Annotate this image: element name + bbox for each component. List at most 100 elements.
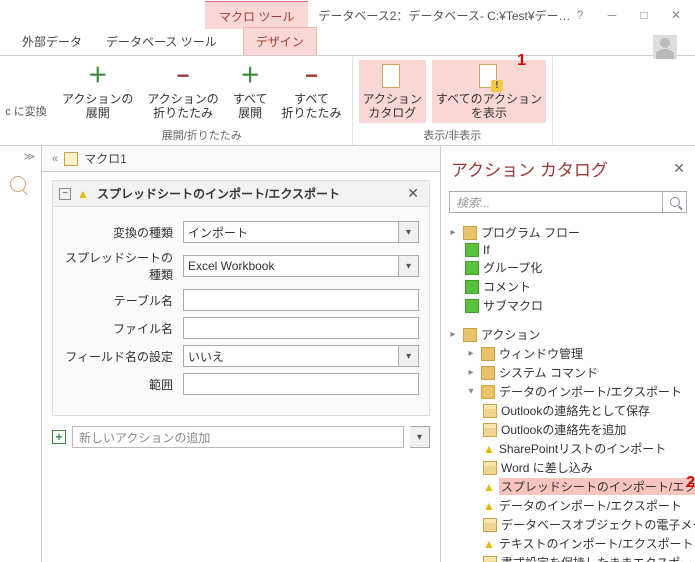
block-icon [465, 261, 479, 275]
catalog-search-input[interactable]: 検索... [449, 191, 663, 213]
help-button[interactable]: ? [573, 8, 587, 22]
action-icon [483, 556, 497, 562]
collapse-all-button[interactable]: すべて 折りたたみ [278, 60, 346, 123]
ribbon-tab-row: 外部データ データベース ツール デザイン [0, 30, 695, 56]
minimize-button[interactable]: ─ [605, 8, 619, 22]
annotation-2: 2 [686, 474, 695, 492]
warning-icon [483, 442, 495, 456]
dropdown-icon[interactable]: ▾ [399, 345, 419, 367]
has-field-names-select[interactable]: いいえ [183, 345, 399, 367]
account-avatar[interactable] [653, 35, 677, 59]
ribbon: c に変換 アクションの 展開 アクションの 折りたたみ すべて 展開 すべて … [0, 56, 695, 146]
warning-icon [483, 537, 495, 551]
action-catalog-label: アクション カタログ [363, 92, 422, 121]
macro-tab-label: マクロ1 [84, 150, 127, 167]
tree-word-merge[interactable]: Word に差し込み [447, 458, 691, 477]
tree-window-mgmt[interactable]: ▸ウィンドウ管理 [447, 344, 691, 363]
close-pane-button[interactable]: ✕ [673, 160, 685, 177]
restore-button[interactable]: □ [637, 8, 651, 22]
file-name-input[interactable] [183, 317, 419, 339]
action-icon [483, 518, 497, 532]
collapse-action-button[interactable]: アクションの 折りたたみ [143, 60, 222, 123]
tree-text-impexp[interactable]: テキストのインポート/エクスポート [447, 534, 691, 553]
action-catalog-button[interactable]: アクション カタログ [359, 60, 426, 123]
tree-system-cmd[interactable]: ▸システム コマンド [447, 363, 691, 382]
add-action-select[interactable]: 新しいアクションの追加 [72, 426, 404, 448]
macro-icon [64, 152, 78, 166]
catalog-search-button[interactable] [663, 191, 687, 213]
macro-designer-body: − スプレッドシートのインポート/エクスポート ✕ 変換の種類 インポート▾ ス… [42, 172, 440, 562]
action-catalog-pane: アクション カタログ ✕ 検索... ▸プログラム フロー If グループ化 コ… [440, 146, 695, 562]
tree-outlook-save[interactable]: Outlookの連絡先として保存 [447, 401, 691, 420]
title-bar: マクロ ツール データベース2：データベース- C:¥Test¥データベース2.… [0, 0, 695, 30]
dropdown-icon[interactable]: ▾ [410, 426, 430, 448]
tab-design[interactable]: デザイン [243, 27, 317, 55]
expand-nav-icon[interactable]: ≫ [23, 150, 35, 163]
catalog-tree: ▸プログラム フロー If グループ化 コメント サブマクロ ▸アクション ▸ウ… [441, 223, 695, 562]
expand-all-button[interactable]: すべて 展開 [229, 60, 272, 123]
tree-data-import-export[interactable]: ▾データのインポート/エクスポート [447, 382, 691, 401]
nav-search-icon[interactable] [10, 176, 26, 192]
tab-scroll-left-icon[interactable]: « [52, 153, 58, 165]
has-field-names-label: フィールド名の設定 [63, 348, 183, 365]
range-input[interactable] [183, 373, 419, 395]
folder-icon [481, 366, 495, 380]
folder-icon [463, 328, 477, 342]
transfer-type-select[interactable]: インポート [183, 221, 399, 243]
add-new-action-row[interactable]: + 新しいアクションの追加 ▾ [52, 426, 430, 448]
show-all-actions-button[interactable]: すべてのアクション を表示 [432, 60, 546, 123]
tree-sharepoint-import[interactable]: SharePointリストのインポート [447, 439, 691, 458]
plus-icon [236, 62, 264, 90]
add-action-icon[interactable]: + [52, 430, 66, 444]
tree-group[interactable]: グループ化 [447, 258, 691, 277]
expand-all-label: すべて 展開 [233, 92, 268, 121]
warning-icon [483, 480, 495, 494]
catalog-icon [378, 62, 406, 90]
tree-data-impexp[interactable]: データのインポート/エクスポート [447, 496, 691, 515]
folder-icon [463, 226, 477, 240]
collapse-action-icon[interactable]: − [59, 188, 71, 200]
table-name-input[interactable] [183, 289, 419, 311]
tree-actions[interactable]: ▸アクション [447, 325, 691, 344]
tree-dbobj-mail[interactable]: データベースオブジェクトの電子メール送信 [447, 515, 691, 534]
minus-icon [298, 62, 326, 90]
catalog-warning-icon [475, 62, 503, 90]
dropdown-icon[interactable]: ▾ [399, 255, 419, 277]
spreadsheet-type-select[interactable]: Excel Workbook [183, 255, 399, 277]
tree-format-export[interactable]: 書式設定を保持したままエクスポート [447, 553, 691, 562]
range-label: 範囲 [63, 376, 183, 393]
macro-action-header[interactable]: − スプレッドシートのインポート/エクスポート ✕ [52, 180, 430, 207]
nav-pane-collapsed[interactable]: ≫ [0, 146, 42, 562]
file-name-label: ファイル名 [63, 320, 183, 337]
expand-action-button[interactable]: アクションの 展開 [58, 60, 137, 123]
collapse-action-label: アクションの 折りたたみ [147, 92, 218, 121]
tab-external-data[interactable]: 外部データ [10, 28, 94, 55]
dropdown-icon[interactable]: ▾ [399, 221, 419, 243]
tree-comment[interactable]: コメント [447, 277, 691, 296]
ribbon-group-expand: アクションの 展開 アクションの 折りたたみ すべて 展開 すべて 折りたたみ … [52, 56, 353, 145]
macro-action-form: 変換の種類 インポート▾ スプレッドシートの種類 Excel Workbook▾… [52, 207, 430, 416]
tab-database-tools[interactable]: データベース ツール [94, 28, 229, 55]
search-icon [670, 197, 680, 207]
tree-spreadsheet-impexp[interactable]: スプレッドシートのインポート/エクスポート 2 [447, 477, 691, 496]
tree-submacro[interactable]: サブマクロ [447, 296, 691, 315]
spreadsheet-type-label: スプレッドシートの種類 [63, 249, 183, 283]
action-icon [483, 423, 497, 437]
action-icon [483, 404, 497, 418]
macro-document-tab[interactable]: « マクロ1 [42, 146, 440, 172]
tree-outlook-add[interactable]: Outlookの連絡先を追加 [447, 420, 691, 439]
table-name-label: テーブル名 [63, 292, 183, 309]
show-all-actions-label: すべてのアクション を表示 [436, 92, 542, 121]
expand-action-label: アクションの 展開 [62, 92, 133, 121]
collapse-all-label: すべて 折りたたみ [282, 92, 342, 121]
tree-if[interactable]: If [447, 242, 691, 258]
ribbon-group-expand-label: 展開/折りたたみ [58, 125, 346, 143]
transfer-type-label: 変換の種類 [63, 224, 183, 241]
close-button[interactable]: ✕ [669, 8, 683, 22]
folder-icon [481, 385, 495, 399]
convert-to-c-label: c に変換 [0, 56, 52, 145]
tree-program-flow[interactable]: ▸プログラム フロー [447, 223, 691, 242]
delete-action-button[interactable]: ✕ [403, 185, 423, 202]
plus-icon [84, 62, 112, 90]
ribbon-group-show: 1 アクション カタログ すべてのアクション を表示 表示/非表示 [353, 56, 554, 145]
